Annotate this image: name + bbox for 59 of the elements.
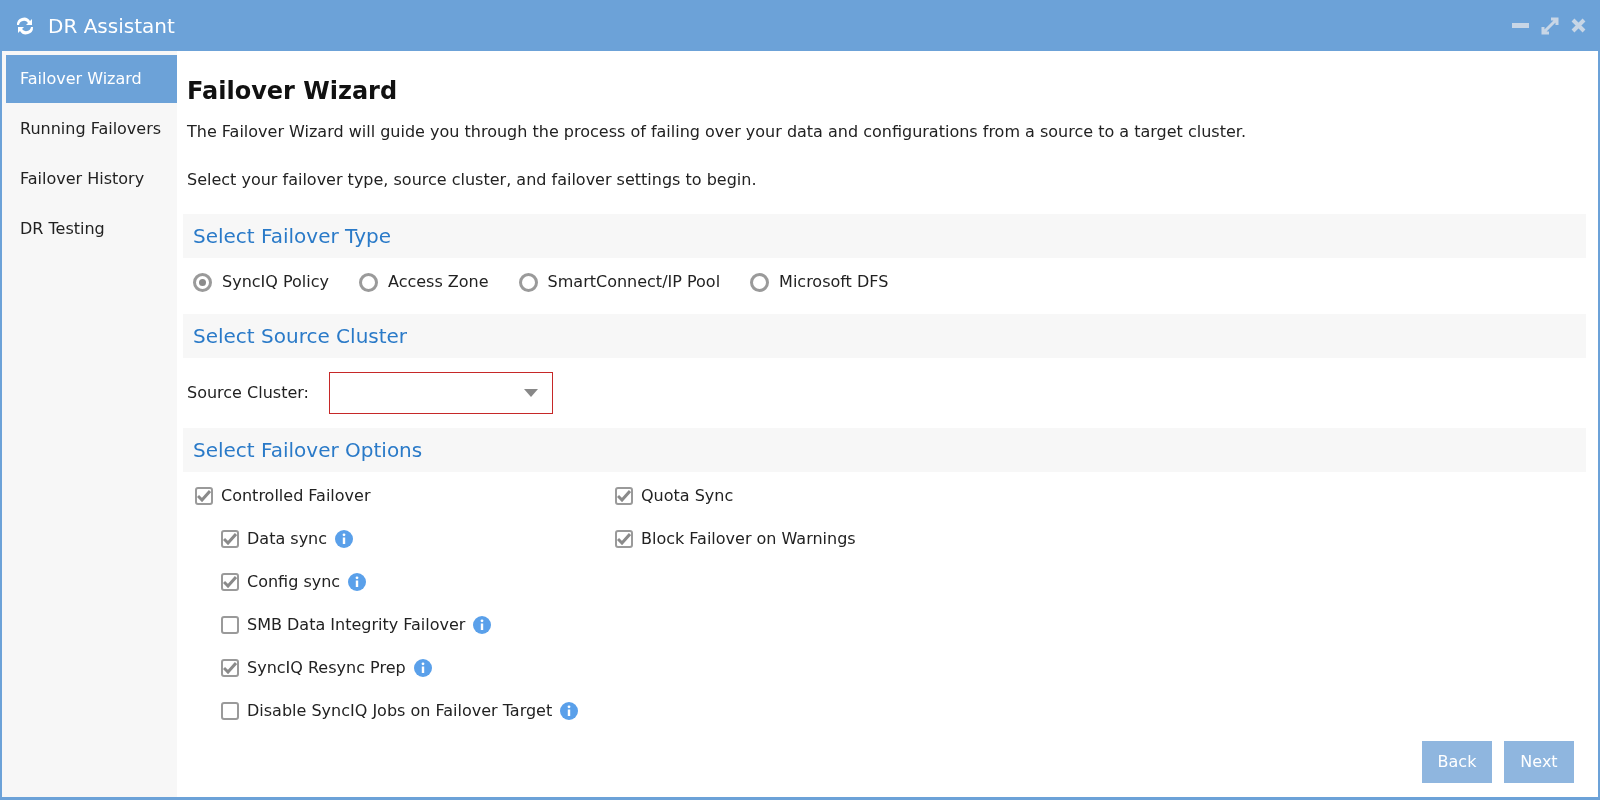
sync-icon: [14, 15, 36, 36]
sidebar-item[interactable]: DR Testing: [6, 205, 177, 253]
checkbox-row[interactable]: SyncIQ Resync Prep: [221, 656, 615, 680]
expand-icon[interactable]: [1541, 16, 1559, 35]
info-icon[interactable]: [413, 659, 432, 677]
intro-text: Select your failover type, source cluster, and failover settings to begin.: [186, 169, 758, 191]
radio-button[interactable]: [193, 272, 212, 292]
intro-text: The Failover Wizard will guide you through the process of failing over your data and configurations from a source to a target cluster.: [186, 121, 1247, 143]
checkbox[interactable]: [221, 659, 239, 677]
checkbox[interactable]: [221, 616, 239, 634]
sidebar-item[interactable]: Failover History: [6, 155, 177, 203]
checkbox-row[interactable]: Controlled Failover: [195, 484, 615, 508]
checkbox-label: Config sync: [247, 571, 341, 593]
checkbox[interactable]: [221, 530, 239, 548]
check-icon: [617, 533, 631, 545]
caret-icon: [524, 389, 538, 397]
checkbox-row[interactable]: Block Failover on Warnings: [615, 527, 856, 551]
radio-label: Microsoft DFS: [779, 271, 889, 293]
check-icon: [223, 576, 237, 588]
section-header: Select Failover Type: [183, 214, 1586, 258]
checkbox-label: SMB Data Integrity Failover: [247, 614, 466, 636]
checkbox-label: SyncIQ Resync Prep: [247, 657, 406, 679]
info-icon[interactable]: [348, 573, 367, 591]
check-icon: [223, 662, 237, 674]
checkbox[interactable]: [615, 530, 633, 548]
radio-button[interactable]: [750, 272, 770, 292]
close-icon[interactable]: [1571, 18, 1586, 33]
radio-label: SmartConnect/IP Pool: [547, 271, 721, 293]
info-icon[interactable]: [473, 616, 492, 634]
check-icon: [223, 533, 237, 545]
info-icon[interactable]: [335, 530, 354, 548]
radio-label: SyncIQ Policy: [222, 271, 329, 293]
checkbox-label: Disable SyncIQ Jobs on Failover Target: [247, 700, 553, 722]
section-header: Select Source Cluster: [183, 314, 1586, 358]
radio-label: Access Zone: [388, 271, 489, 293]
sidebar-item[interactable]: Running Failovers: [6, 105, 177, 153]
checkbox-row[interactable]: Config sync: [221, 570, 615, 594]
checkbox-row[interactable]: SMB Data Integrity Failover: [221, 613, 615, 637]
checkbox[interactable]: [221, 573, 239, 591]
checkbox-label: Controlled Failover: [221, 485, 371, 507]
checkbox[interactable]: [195, 487, 213, 505]
source-cluster-dropdown[interactable]: [329, 372, 553, 414]
field-label: Source Cluster:: [187, 382, 310, 404]
checkbox-row[interactable]: Data sync: [221, 527, 615, 551]
checkbox[interactable]: [615, 487, 633, 505]
checkbox-label: Block Failover on Warnings: [641, 528, 856, 550]
check-icon: [197, 490, 211, 502]
window-title: DR Assistant: [48, 12, 175, 40]
section-header: Select Failover Options: [183, 428, 1586, 472]
checkbox[interactable]: [221, 702, 239, 720]
page-heading: Failover Wizard: [186, 76, 399, 107]
check-icon: [617, 490, 631, 502]
checkbox-row[interactable]: Quota Sync: [615, 484, 856, 508]
checkbox-label: Quota Sync: [641, 485, 734, 507]
checkbox-row[interactable]: Disable SyncIQ Jobs on Failover Target: [221, 699, 615, 723]
radio-button[interactable]: [359, 272, 378, 292]
radio-button[interactable]: [518, 272, 538, 292]
info-icon[interactable]: [560, 702, 579, 720]
checkbox-label: Data sync: [247, 528, 328, 550]
